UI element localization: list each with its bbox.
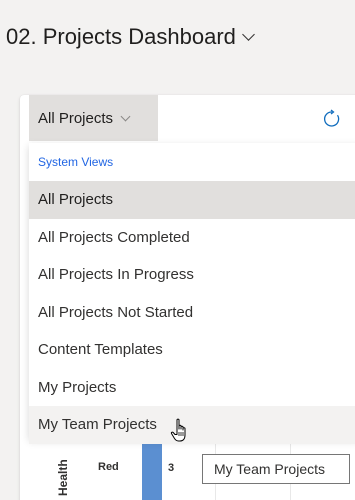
- view-selector-label: All Projects: [38, 109, 114, 127]
- group-header-system-views: System Views: [38, 155, 114, 169]
- value-label: 3: [168, 462, 175, 474]
- page: 02. Projects Dashboard Health Red 3 All …: [0, 0, 355, 500]
- chevron-down-icon: [242, 28, 255, 41]
- chart-bar: [142, 438, 162, 500]
- option-all-projects-in-progress[interactable]: All Projects In Progress: [29, 256, 355, 294]
- tooltip: My Team Projects: [202, 454, 350, 484]
- option-all-projects-completed[interactable]: All Projects Completed: [29, 219, 355, 257]
- dashboard-title[interactable]: 02. Projects Dashboard: [6, 24, 255, 50]
- refresh-icon[interactable]: [322, 109, 342, 129]
- category-label: Red: [98, 461, 119, 473]
- axis-label-health: Health: [56, 459, 70, 496]
- option-all-projects-not-started[interactable]: All Projects Not Started: [29, 294, 355, 332]
- view-selector[interactable]: All Projects: [29, 95, 158, 141]
- hand-pointer-icon: [170, 418, 186, 442]
- dashboard-title-text: 02. Projects Dashboard: [6, 24, 236, 49]
- option-my-projects[interactable]: My Projects: [29, 369, 355, 407]
- option-content-templates[interactable]: Content Templates: [29, 331, 355, 369]
- chevron-down-icon: [120, 111, 131, 121]
- option-my-team-projects[interactable]: My Team Projects: [29, 406, 355, 444]
- view-dropdown-menu: System Views All Projects All Projects C…: [29, 143, 355, 444]
- option-all-projects[interactable]: All Projects: [29, 181, 355, 219]
